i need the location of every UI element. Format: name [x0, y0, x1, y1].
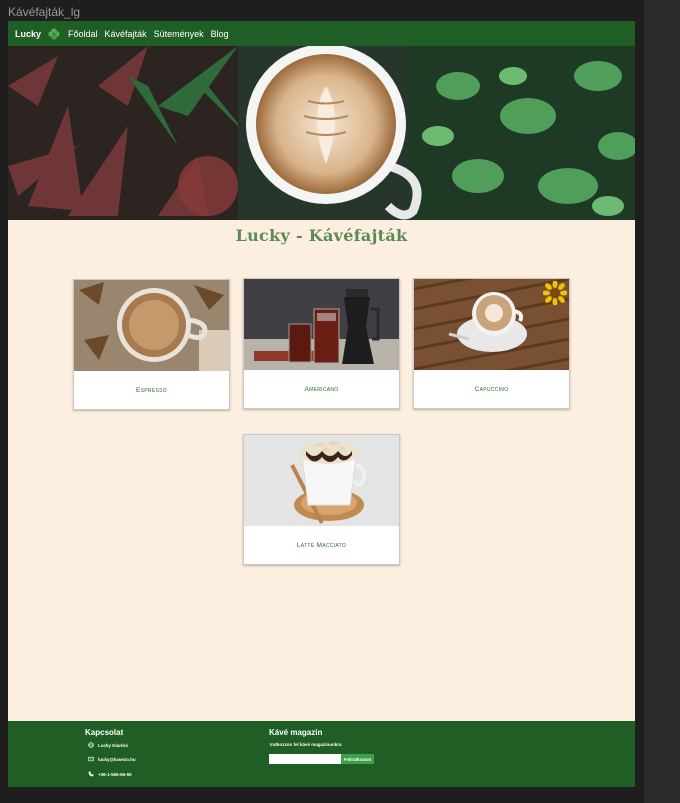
- magazine-subtitle: Iratkozzon fel kávé magazinunkra: [270, 742, 342, 747]
- card-label: Americano: [304, 385, 339, 393]
- window-title: Kávéfajták_lg: [8, 5, 81, 19]
- subscribe-button[interactable]: Feliratkozom: [341, 754, 374, 764]
- page-artboard: Lucky Főoldal Kávéfajták Sütemények Blog: [8, 21, 635, 787]
- nav-link-home[interactable]: Főoldal: [68, 29, 98, 39]
- magazine-heading: Kávé magazin: [269, 728, 323, 737]
- americano-image: [244, 279, 399, 370]
- espresso-image: [74, 280, 229, 371]
- mail-icon: [88, 756, 94, 762]
- nav-link-coffee-types[interactable]: Kávéfajták: [105, 29, 147, 39]
- globe-icon: [88, 742, 94, 748]
- newsletter-email-input[interactable]: [269, 754, 341, 764]
- coffee-card-capuccino[interactable]: Capuccino: [413, 278, 570, 409]
- card-label: Espresso: [136, 386, 167, 394]
- hero-image: [8, 46, 635, 220]
- card-label: Capuccino: [474, 385, 509, 393]
- clover-icon: [48, 27, 60, 40]
- contact-item-email[interactable]: lucky@kavezo.hu: [88, 756, 136, 762]
- card-label: Latte Macciato: [296, 541, 347, 549]
- coffee-card-latte-macciato[interactable]: Latte Macciato: [243, 434, 400, 565]
- latte-macciato-image: [244, 435, 399, 526]
- navbar: Lucky Főoldal Kávéfajták Sütemények Blog: [8, 21, 635, 46]
- footer: Kapcsolat Lucky Kávézó lucky@kavezo.hu +…: [8, 721, 635, 787]
- contact-email[interactable]: lucky@kavezo.hu: [98, 757, 136, 762]
- contact-phone[interactable]: +36-1-555-55-55: [98, 772, 132, 777]
- phone-icon: [88, 771, 94, 777]
- contact-name: Lucky Kávézó: [98, 742, 129, 748]
- contact-item-phone[interactable]: +36-1-555-55-55: [88, 771, 132, 777]
- nav-link-pastries[interactable]: Sütemények: [154, 29, 204, 39]
- sunflower-icon: [543, 281, 567, 305]
- contact-heading: Kapcsolat: [85, 728, 124, 737]
- contact-item-name: Lucky Kávézó: [88, 742, 128, 748]
- brand-name[interactable]: Lucky: [15, 29, 41, 39]
- coffee-card-espresso[interactable]: Espresso: [73, 279, 230, 410]
- nav-link-blog[interactable]: Blog: [211, 29, 229, 39]
- page-title: Lucky - Kávéfajták: [235, 226, 408, 245]
- coffee-card-americano[interactable]: Americano: [243, 278, 400, 409]
- editor-side-panel: [644, 0, 680, 803]
